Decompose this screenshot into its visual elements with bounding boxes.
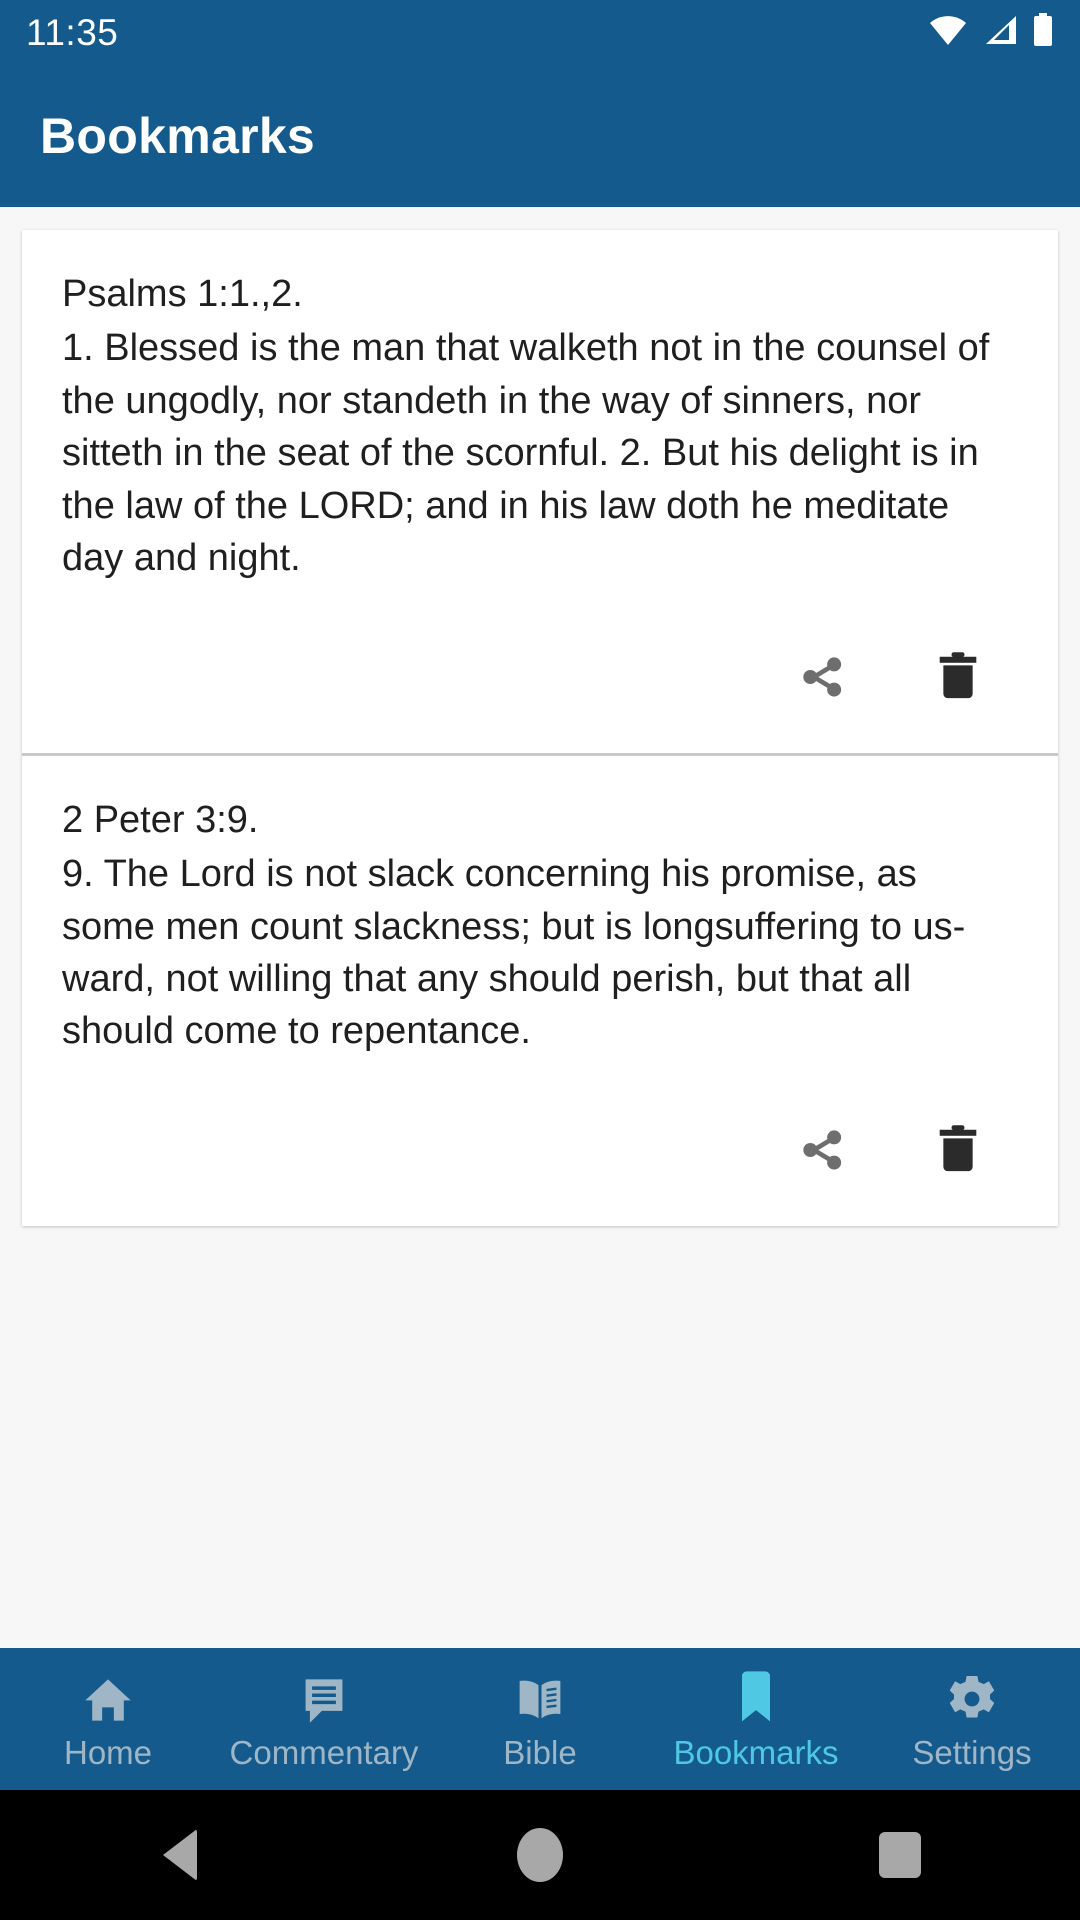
nav-item-settings[interactable]: Settings [864,1670,1080,1769]
book-icon [512,1670,568,1726]
status-clock: 11:35 [26,11,119,53]
bookmark-icon [736,1670,776,1726]
bookmark-verse: 1. Blessed is the man that walketh not i… [62,327,990,580]
comment-icon [298,1670,350,1726]
recents-square-icon[interactable] [835,1790,965,1920]
bookmark-verse: 9. The Lord is not slack concerning his … [62,853,966,1053]
home-icon [81,1670,135,1726]
home-circle-icon[interactable] [475,1790,605,1920]
bookmark-actions [62,1058,1018,1226]
delete-icon[interactable] [922,1114,994,1186]
nav-label-bookmarks: Bookmarks [673,1733,839,1771]
wifi-icon [928,14,968,51]
status-icons [928,12,1054,52]
back-icon[interactable] [115,1790,245,1920]
android-system-nav [0,1790,1080,1920]
nav-label-settings: Settings [912,1733,1032,1771]
gear-icon [945,1670,999,1726]
nav-item-commentary[interactable]: Commentary [216,1670,432,1769]
delete-icon[interactable] [922,641,994,713]
app-bar: Bookmarks [0,64,1080,207]
status-bar: 11:35 [0,0,1080,64]
nav-label-commentary: Commentary [229,1733,419,1771]
page-title: Bookmarks [40,107,316,164]
share-icon[interactable] [786,1114,858,1186]
list-item[interactable]: 2 Peter 3:9. 9. The Lord is not slack co… [22,752,1058,1226]
bottom-navigation: Home Commentary Bible Bookmarks Settings [0,1648,1080,1790]
nav-label-bible: Bible [503,1733,577,1771]
cellular-signal-icon [982,14,1018,51]
content-area: Psalms 1:1.,2. 1. Blessed is the man tha… [0,207,1080,1648]
list-item[interactable]: Psalms 1:1.,2. 1. Blessed is the man tha… [22,230,1058,753]
nav-item-bookmarks[interactable]: Bookmarks [648,1670,864,1769]
nav-label-home: Home [63,1733,153,1771]
bookmark-actions [62,585,1018,753]
bookmarks-list: Psalms 1:1.,2. 1. Blessed is the man tha… [22,230,1058,1226]
share-icon[interactable] [786,641,858,713]
phone-screen: 11:35 Bookmarks Psalms 1:1.,2. 1. Blesse… [0,0,1080,1920]
nav-item-home[interactable]: Home [0,1670,216,1769]
bookmark-reference: Psalms 1:1.,2. [62,273,303,315]
battery-icon [1032,12,1054,52]
nav-item-bible[interactable]: Bible [432,1670,648,1769]
bookmark-reference: 2 Peter 3:9. [62,798,259,841]
